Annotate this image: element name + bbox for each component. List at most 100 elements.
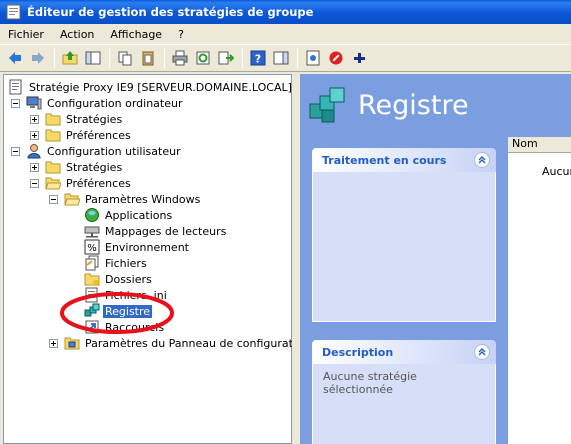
processing-panel: Traitement en cours <box>312 148 496 322</box>
details-pane: Registre Nom Aucun Traitement en cours D… <box>300 74 571 444</box>
tree-item-drive-maps[interactable]: Mappages de lecteurs <box>84 223 228 239</box>
print-button[interactable] <box>169 47 191 69</box>
svg-text:?: ? <box>255 53 261 66</box>
action-pane-icon <box>273 51 289 65</box>
show-action-pane-button[interactable] <box>270 47 292 69</box>
stop-button[interactable] <box>325 47 347 69</box>
tree-item-label: Dossiers <box>105 272 152 286</box>
toolbar-separator <box>164 48 165 68</box>
tree-item-computer-config[interactable]: Configuration ordinateur <box>26 95 184 111</box>
tree-item-user-config[interactable]: Configuration utilisateur <box>26 143 183 159</box>
paste-icon <box>142 51 154 66</box>
gpo-editor-icon <box>6 4 22 20</box>
tree-item-files[interactable]: Fichiers <box>84 255 149 271</box>
console-tree[interactable]: Stratégie Proxy IE9 [SERVEUR.DOMAINE.LOC… <box>3 74 310 444</box>
annotation-circle <box>60 292 174 334</box>
copy-icon <box>118 51 132 66</box>
help-icon: ? <box>250 50 266 66</box>
export-list-icon <box>218 51 234 65</box>
gpo-document-icon <box>8 79 24 95</box>
tree-item-folders[interactable]: Dossiers <box>84 271 154 287</box>
back-button[interactable] <box>4 47 26 69</box>
processing-panel-body <box>312 172 496 322</box>
details-title: Registre <box>358 89 469 121</box>
tree-root-label: Stratégie Proxy IE9 [SERVEUR.DOMAINE.LOC… <box>29 80 292 94</box>
tree-item-windows-settings[interactable]: Paramètres Windows <box>64 191 202 207</box>
user-config-collapse[interactable] <box>11 147 20 156</box>
pane-splitter[interactable] <box>292 74 300 444</box>
menu-fichier[interactable]: Fichier <box>0 28 52 41</box>
environment-variable-icon: % <box>84 239 100 255</box>
items-list[interactable]: Aucun <box>508 153 571 444</box>
printer-icon <box>172 50 188 66</box>
paste-button[interactable] <box>137 47 159 69</box>
description-text: Aucune stratégie sélectionnée <box>323 370 417 396</box>
tree-item-applications[interactable]: Applications <box>84 207 174 223</box>
tree-item-user-prefs[interactable]: Préférences <box>45 175 133 191</box>
description-panel-body: Aucune stratégie sélectionnée <box>312 364 496 444</box>
computer-icon <box>26 95 42 111</box>
window-title: Éditeur de gestion des stratégies de gro… <box>27 5 314 19</box>
up-folder-icon <box>62 51 78 65</box>
plus-icon <box>354 53 365 63</box>
window-title-bar[interactable]: Éditeur de gestion des stratégies de gro… <box>0 0 571 24</box>
windows-settings-collapse[interactable] <box>49 195 58 204</box>
copy-button[interactable] <box>114 47 136 69</box>
applications-icon <box>84 207 100 223</box>
tree-item-label: Environnement <box>105 240 189 254</box>
toolbar-separator <box>54 48 55 68</box>
refresh-button[interactable] <box>192 47 214 69</box>
collapse-chevron-icon[interactable] <box>474 344 490 360</box>
toolbar-separator <box>297 48 298 68</box>
tree-item-label: Applications <box>105 208 173 222</box>
list-empty-text: Aucun <box>542 165 571 178</box>
registry-large-icon <box>308 84 350 126</box>
forward-arrow-icon <box>32 52 44 64</box>
toolbar-separator <box>109 48 110 68</box>
menu-help[interactable]: ? <box>170 28 192 41</box>
export-button[interactable] <box>215 47 237 69</box>
computer-config-collapse[interactable] <box>11 99 20 108</box>
user-policies-expand[interactable] <box>30 163 39 172</box>
svg-text:%: % <box>87 243 97 254</box>
toolbar-separator <box>242 48 243 68</box>
back-arrow-icon <box>9 52 21 64</box>
user-prefs-collapse[interactable] <box>30 179 39 188</box>
processing-panel-title: Traitement en cours <box>322 153 447 167</box>
details-header: Registre <box>308 84 469 126</box>
help-button[interactable]: ? <box>247 47 269 69</box>
tree-item-label: Stratégies <box>66 160 123 174</box>
folder-icon <box>45 127 61 143</box>
tree-item-label: Préférences <box>66 176 131 190</box>
menu-action[interactable]: Action <box>52 28 102 41</box>
description-panel-title: Description <box>322 345 394 359</box>
forward-button[interactable] <box>27 47 49 69</box>
computer-policies-expand[interactable] <box>30 115 39 124</box>
folder-icon <box>45 159 61 175</box>
column-header-name[interactable]: Nom <box>508 137 571 153</box>
tree-item-label: Mappages de lecteurs <box>105 224 227 238</box>
show-tree-button[interactable] <box>82 47 104 69</box>
description-panel-header[interactable]: Description <box>312 340 496 364</box>
tree-item-computer-prefs[interactable]: Préférences <box>45 127 133 143</box>
add-button[interactable] <box>348 47 370 69</box>
processing-panel-header[interactable]: Traitement en cours <box>312 148 496 172</box>
up-level-button[interactable] <box>59 47 81 69</box>
toolbar: ? <box>0 44 571 72</box>
tree-item-computer-policies[interactable]: Stratégies <box>45 111 124 127</box>
computer-prefs-expand[interactable] <box>30 131 39 140</box>
control-panel-expand[interactable] <box>49 339 58 348</box>
open-folder-icon <box>64 191 80 207</box>
tree-item-environment[interactable]: % Environnement <box>84 239 191 255</box>
stop-icon <box>329 51 343 65</box>
user-icon <box>26 143 42 159</box>
tree-root[interactable]: Stratégie Proxy IE9 [SERVEUR.DOMAINE.LOC… <box>8 79 294 95</box>
tree-item-label: Stratégies <box>66 112 123 126</box>
menu-affichage[interactable]: Affichage <box>102 28 170 41</box>
collapse-chevron-icon[interactable] <box>474 152 490 168</box>
properties-button[interactable] <box>302 47 324 69</box>
tree-item-label: Paramètres Windows <box>85 192 201 206</box>
folder-icon <box>45 111 61 127</box>
tree-item-label: Fichiers <box>105 256 147 270</box>
tree-item-user-policies[interactable]: Stratégies <box>45 159 124 175</box>
